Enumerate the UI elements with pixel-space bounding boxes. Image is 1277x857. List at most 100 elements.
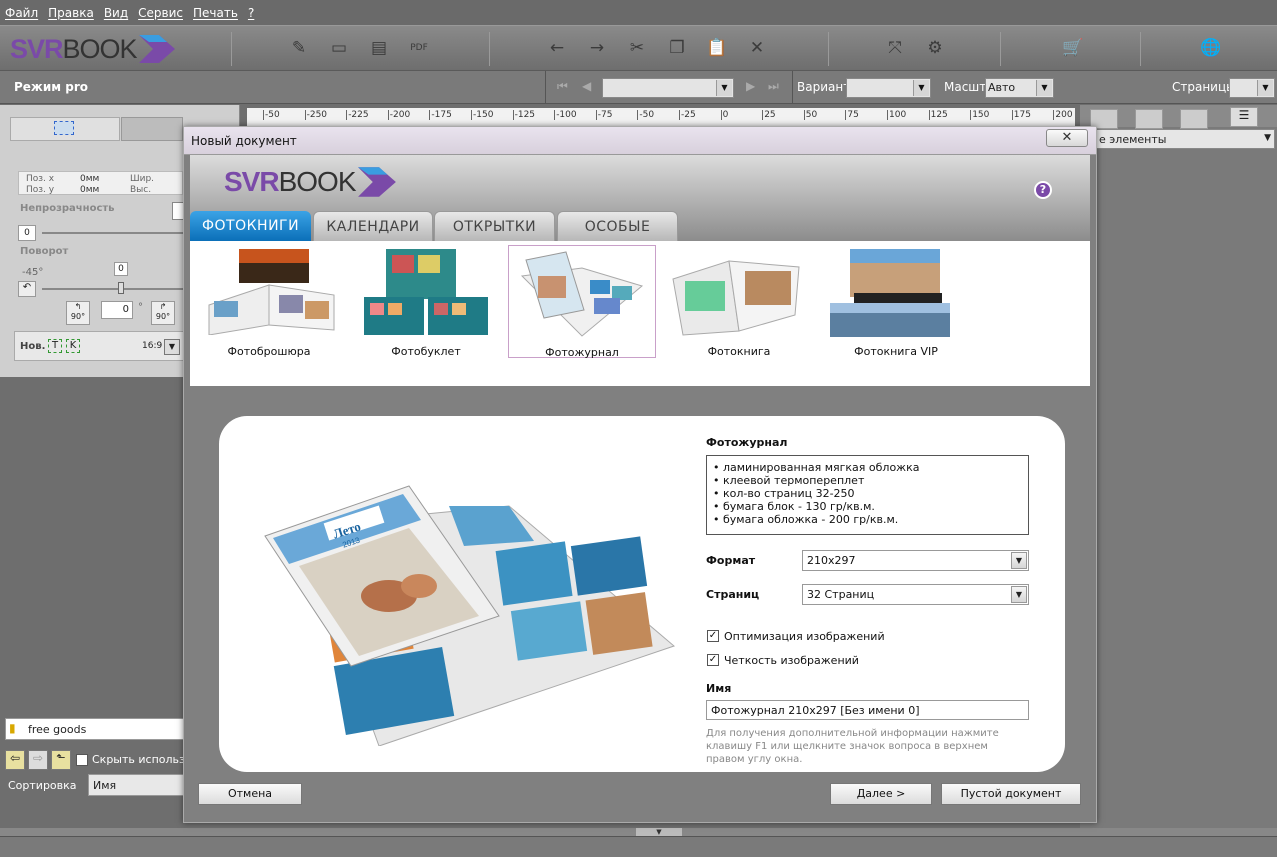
tab-position[interactable] bbox=[10, 117, 120, 141]
ruler-tick: 0 bbox=[720, 110, 729, 120]
hide-used-checkbox[interactable] bbox=[76, 754, 88, 766]
variant-select[interactable]: ▼ bbox=[846, 78, 931, 98]
rotation-input[interactable]: 0 bbox=[101, 301, 133, 319]
fullscreen-icon[interactable]: ⤧ bbox=[884, 38, 906, 58]
close-button[interactable]: ✕ bbox=[1046, 129, 1088, 147]
format-label: Формат bbox=[706, 554, 756, 567]
features-box: • ламинированная мягкая обложка • клеево… bbox=[706, 455, 1029, 535]
photobook-vip-image bbox=[830, 249, 950, 337]
paste-icon[interactable]: 📋 bbox=[706, 38, 728, 58]
panel-tab-3[interactable] bbox=[1180, 109, 1208, 129]
ruler-tick: -250 bbox=[304, 110, 328, 120]
edit-icon[interactable]: ✎ bbox=[288, 38, 310, 58]
opacity-value[interactable]: 0 bbox=[18, 225, 36, 241]
rotate-reset-icon[interactable]: ↶ bbox=[18, 281, 36, 297]
first-page-icon[interactable]: ⏮ bbox=[557, 79, 568, 94]
cart-icon[interactable]: 🛒 bbox=[1062, 38, 1084, 58]
product-photobook[interactable]: Фотокнига bbox=[665, 245, 813, 358]
forward-icon[interactable]: ⇨ bbox=[28, 750, 48, 770]
pages-select[interactable]: ▼ bbox=[1229, 78, 1275, 98]
booklet-image bbox=[364, 249, 488, 335]
ruler-tick: -50 bbox=[637, 110, 655, 120]
ratio-dropdown[interactable]: ▼ bbox=[164, 339, 180, 355]
magazine-image bbox=[520, 251, 644, 337]
dialog-titlebar: Новый документ ✕ bbox=[184, 127, 1096, 155]
next-button[interactable]: Далее > bbox=[830, 783, 932, 805]
rotate-left-button[interactable]: ↰ 90° bbox=[66, 301, 90, 325]
image-sharpness-checkbox[interactable]: ✓ bbox=[707, 654, 719, 666]
right-panel: ☰ е элементы ▼ bbox=[1080, 105, 1277, 830]
sort-select[interactable]: Имя bbox=[88, 774, 186, 796]
menu-service[interactable]: Сервис bbox=[138, 6, 183, 20]
copy-icon[interactable]: ❐ bbox=[666, 38, 688, 58]
product-magazine[interactable]: Фотожурнал bbox=[508, 245, 656, 359]
empty-document-button[interactable]: Пустой документ bbox=[941, 783, 1081, 805]
ruler-tick: -75 bbox=[595, 110, 613, 120]
forward-arrow-icon[interactable]: → bbox=[586, 38, 608, 58]
detail-title: Фотожурнал bbox=[706, 436, 788, 449]
new-frame-button[interactable]: K bbox=[66, 339, 80, 353]
new-document-dialog: Новый документ ✕ SVR BOOK ? ФОТОКНИГИ КАЛ… bbox=[183, 126, 1097, 823]
new-text-button[interactable]: T bbox=[48, 339, 62, 353]
menu-print[interactable]: Печать bbox=[193, 6, 238, 20]
optimize-images-checkbox[interactable]: ✓ bbox=[707, 630, 719, 642]
next-page-icon[interactable]: ▶ bbox=[746, 79, 755, 93]
folder-path[interactable]: ▮ free goods bbox=[5, 718, 186, 740]
pages-count-select[interactable]: 32 Страниц ▼ bbox=[802, 584, 1029, 605]
product-details: Лето 2013 Фотожурнал • ламинированная мя… bbox=[219, 416, 1065, 772]
save-icon[interactable]: ▤ bbox=[368, 38, 390, 58]
pages-label: Страницы bbox=[1172, 80, 1236, 94]
back-icon[interactable]: ⇦ bbox=[5, 750, 25, 770]
ruler-tick: -100 bbox=[554, 110, 577, 120]
mode-label: Режим pro bbox=[14, 80, 89, 94]
collapse-handle[interactable]: ▼ bbox=[636, 828, 682, 836]
layers-icon[interactable]: ☰ bbox=[1230, 107, 1258, 127]
rotate-right-button[interactable]: ↱ 90° bbox=[151, 301, 175, 325]
page-select[interactable]: ▼ bbox=[602, 78, 734, 98]
pdf-icon[interactable]: PDF bbox=[408, 38, 430, 58]
ruler-tick: -150 bbox=[471, 110, 494, 120]
opacity-slider[interactable] bbox=[42, 232, 184, 234]
rotation-slider[interactable] bbox=[42, 288, 184, 290]
tab-image[interactable] bbox=[121, 117, 183, 141]
product-photobook-vip[interactable]: Фотокнига VIP bbox=[822, 245, 970, 358]
scale-select[interactable]: Авто ▼ bbox=[985, 78, 1054, 98]
menu-view[interactable]: Вид bbox=[104, 6, 128, 20]
panel-tab-2[interactable] bbox=[1135, 109, 1163, 129]
ruler-tick: -25 bbox=[679, 110, 696, 120]
tab-calendars[interactable]: КАЛЕНДАРИ bbox=[313, 211, 433, 241]
last-page-icon[interactable]: ⏭ bbox=[768, 79, 779, 94]
back-arrow-icon[interactable]: ← bbox=[546, 38, 568, 58]
elements-filter[interactable]: е элементы ▼ bbox=[1080, 129, 1275, 149]
product-booklet[interactable]: Фотобуклет bbox=[352, 245, 500, 358]
globe-icon[interactable]: 🌐 bbox=[1200, 38, 1222, 58]
dialog-logo: SVR BOOK bbox=[224, 165, 398, 199]
file-browser: ▮ free goods ⇦ ⇨ ⬑ Скрыть использу Сорти… bbox=[0, 712, 191, 830]
help-icon[interactable]: ? bbox=[1034, 181, 1052, 199]
menu-bar: Файл Правка Вид Сервис Печать ? bbox=[0, 0, 1277, 25]
hint-text: Для получения дополнительной информации … bbox=[706, 728, 999, 765]
settings-icon[interactable]: ⚙ bbox=[924, 38, 946, 58]
name-label: Имя bbox=[706, 682, 732, 695]
delete-icon[interactable]: ✕ bbox=[746, 38, 768, 58]
ruler-tick: -125 bbox=[512, 110, 536, 120]
tab-photobooks[interactable]: ФОТОКНИГИ bbox=[190, 211, 311, 241]
menu-file[interactable]: Файл bbox=[5, 6, 38, 20]
logo-arrow-icon bbox=[138, 35, 175, 63]
cancel-button[interactable]: Отмена bbox=[198, 783, 302, 805]
folder-up-icon[interactable]: ⬑ bbox=[51, 750, 71, 770]
format-select[interactable]: 210x297 ▼ bbox=[802, 550, 1029, 571]
ruler-tick: 200 bbox=[1053, 110, 1073, 120]
tab-special[interactable]: ОСОБЫЕ bbox=[557, 211, 678, 241]
menu-edit[interactable]: Правка bbox=[48, 6, 94, 20]
document-name-input[interactable]: Фотожурнал 210x297 [Без имени 0] bbox=[706, 700, 1029, 720]
status-bar bbox=[0, 836, 1277, 857]
menu-help[interactable]: ? bbox=[248, 6, 254, 20]
cut-icon[interactable]: ✂ bbox=[626, 38, 648, 58]
tab-cards[interactable]: ОТКРЫТКИ bbox=[434, 211, 555, 241]
prev-page-icon[interactable]: ◀ bbox=[582, 79, 591, 93]
ruler-tick: -175 bbox=[429, 110, 452, 120]
product-brochure[interactable]: Фотоброшюра bbox=[195, 245, 343, 358]
monitor-icon[interactable]: ▭ bbox=[328, 38, 350, 58]
horizontal-ruler: -50 -250 -225 -200 -175 -150 -125 -100 -75 -50 -25… bbox=[247, 108, 1114, 128]
